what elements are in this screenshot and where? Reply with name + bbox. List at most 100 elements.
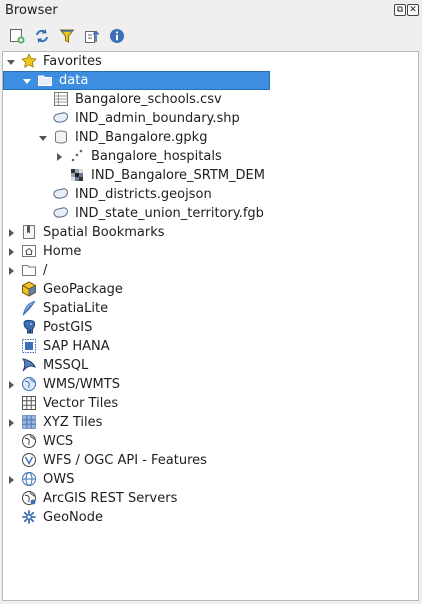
- collapse-arrow-icon[interactable]: [7, 60, 15, 65]
- expand-arrow-icon[interactable]: [9, 267, 14, 275]
- tree-item-label: PostGIS: [43, 320, 93, 335]
- point-layer-icon: [71, 149, 83, 162]
- geonode-icon: [22, 510, 36, 524]
- add-layer-icon: [10, 29, 25, 44]
- folder-icon: [22, 265, 36, 276]
- tree-item-label: OWS: [43, 472, 75, 487]
- browser-tree[interactable]: Favorites data Bangalore_schools.csv IND…: [2, 51, 419, 601]
- tree-item-postgis[interactable]: PostGIS: [3, 318, 418, 337]
- tree-item-label: WFS / OGC API - Features: [43, 453, 207, 468]
- tree-item-xyz-tiles[interactable]: XYZ Tiles: [3, 413, 418, 432]
- tree-item-wfs[interactable]: WFS / OGC API - Features: [3, 451, 418, 470]
- tree-item-ows[interactable]: OWS: [3, 470, 418, 489]
- tree-item-label: IND_state_union_territory.fgb: [75, 206, 264, 221]
- geopackage-icon: [22, 281, 36, 297]
- home-folder-icon: [22, 245, 36, 257]
- close-panel-button[interactable]: ✕: [407, 4, 419, 16]
- filter-button[interactable]: [57, 26, 77, 46]
- info-icon: [110, 29, 124, 43]
- tree-item-home[interactable]: Home: [3, 242, 418, 261]
- panel-titlebar: Browser ⧉ ✕: [0, 0, 422, 22]
- properties-button[interactable]: [107, 26, 127, 46]
- tree-item-gpkg[interactable]: IND_Bangalore.gpkg: [3, 128, 418, 147]
- tree-item-geopackage[interactable]: GeoPackage: [3, 280, 418, 299]
- expand-arrow-icon[interactable]: [9, 381, 14, 389]
- filter-icon: [59, 29, 75, 43]
- tree-item-label: SpatiaLite: [43, 301, 109, 316]
- tree-item-label: Spatial Bookmarks: [43, 225, 165, 240]
- globe-icon: [22, 472, 36, 486]
- tree-item-label: data: [59, 73, 89, 88]
- tree-item-label: WMS/WMTS: [43, 377, 120, 392]
- polygon-layer-icon: [53, 207, 69, 218]
- postgis-elephant-icon: [23, 319, 36, 334]
- tree-item-wcs[interactable]: WCS: [3, 432, 418, 451]
- tree-item-data-folder[interactable]: data: [3, 71, 418, 90]
- tree-item-label: IND_Bangalore.gpkg: [75, 130, 208, 145]
- tree-item-districts-geojson[interactable]: IND_districts.geojson: [3, 185, 418, 204]
- tree-item-spatial-bookmarks[interactable]: Spatial Bookmarks: [3, 223, 418, 242]
- tree-item-label: Favorites: [43, 54, 102, 69]
- expand-arrow-icon[interactable]: [9, 229, 14, 237]
- expand-arrow-icon[interactable]: [9, 476, 14, 484]
- database-icon: [55, 130, 67, 144]
- globe-icon: [22, 377, 36, 391]
- refresh-icon: [36, 29, 48, 43]
- tree-item-label: SAP HANA: [43, 339, 110, 354]
- expand-arrow-icon[interactable]: [57, 153, 62, 161]
- tree-item-wms-wmts[interactable]: WMS/WMTS: [3, 375, 418, 394]
- expand-arrow-icon[interactable]: [9, 419, 14, 427]
- tree-item-label: GeoPackage: [43, 282, 123, 297]
- tree-item-root[interactable]: /: [3, 261, 418, 280]
- tree-item-label: Vector Tiles: [43, 396, 119, 411]
- tree-item-label: ArcGIS REST Servers: [43, 491, 178, 506]
- vector-tiles-icon: [22, 396, 36, 410]
- tree-item-label: IND_admin_boundary.shp: [75, 111, 240, 126]
- add-layer-button[interactable]: [7, 26, 27, 46]
- polygon-layer-icon: [53, 188, 69, 199]
- star-icon: [21, 53, 37, 68]
- polygon-layer-icon: [53, 112, 69, 123]
- tree-item-label: IND_Bangalore_SRTM_DEM: [91, 168, 265, 183]
- globe-icon: [22, 434, 36, 448]
- tree-item-srtm-dem[interactable]: IND_Bangalore_SRTM_DEM: [3, 166, 418, 185]
- tree-item-vector-tiles[interactable]: Vector Tiles: [3, 394, 418, 413]
- collapse-icon: [85, 30, 100, 43]
- tree-item-label: XYZ Tiles: [43, 415, 103, 430]
- tree-item-label: WCS: [43, 434, 74, 449]
- spatialite-feather-icon: [22, 300, 36, 316]
- tree-item-spatialite[interactable]: SpatiaLite: [3, 299, 418, 318]
- tree-item-state-fgb[interactable]: IND_state_union_territory.fgb: [3, 204, 418, 223]
- tree-item-admin-shp[interactable]: IND_admin_boundary.shp: [3, 109, 418, 128]
- tree-item-favorites[interactable]: Favorites: [3, 52, 418, 71]
- tree-item-geonode[interactable]: GeoNode: [3, 508, 418, 527]
- raster-layer-icon: [71, 169, 83, 181]
- tree-item-label: Bangalore_hospitals: [91, 149, 222, 164]
- wfs-globe-icon: [22, 453, 36, 467]
- collapse-all-button[interactable]: [82, 26, 102, 46]
- arcgis-globe-icon: [22, 491, 36, 505]
- float-panel-button[interactable]: ⧉: [394, 4, 406, 16]
- tree-item-label: GeoNode: [43, 510, 103, 525]
- collapse-arrow-icon[interactable]: [23, 79, 31, 84]
- tree-item-label: MSSQL: [43, 358, 89, 373]
- tree-item-label: /: [43, 263, 48, 278]
- tree-item-hospitals[interactable]: Bangalore_hospitals: [3, 147, 418, 166]
- tree-item-arcgis-rest[interactable]: ArcGIS REST Servers: [3, 489, 418, 508]
- folder-icon: [38, 75, 52, 86]
- table-icon: [54, 92, 68, 106]
- tree-item-sap-hana[interactable]: SAP HANA: [3, 337, 418, 356]
- tree-item-label: IND_districts.geojson: [75, 187, 212, 202]
- xyz-tiles-icon: [22, 415, 36, 429]
- refresh-button[interactable]: [32, 26, 52, 46]
- sap-hana-icon: [22, 339, 36, 353]
- mssql-icon: [21, 358, 36, 372]
- browser-toolbar: [0, 22, 422, 50]
- panel-title: Browser: [5, 3, 58, 18]
- tree-item-schools-csv[interactable]: Bangalore_schools.csv: [3, 90, 418, 109]
- tree-item-mssql[interactable]: MSSQL: [3, 356, 418, 375]
- bookmark-icon: [23, 225, 35, 239]
- tree-item-label: Home: [43, 244, 82, 259]
- collapse-arrow-icon[interactable]: [39, 136, 47, 141]
- expand-arrow-icon[interactable]: [9, 248, 14, 256]
